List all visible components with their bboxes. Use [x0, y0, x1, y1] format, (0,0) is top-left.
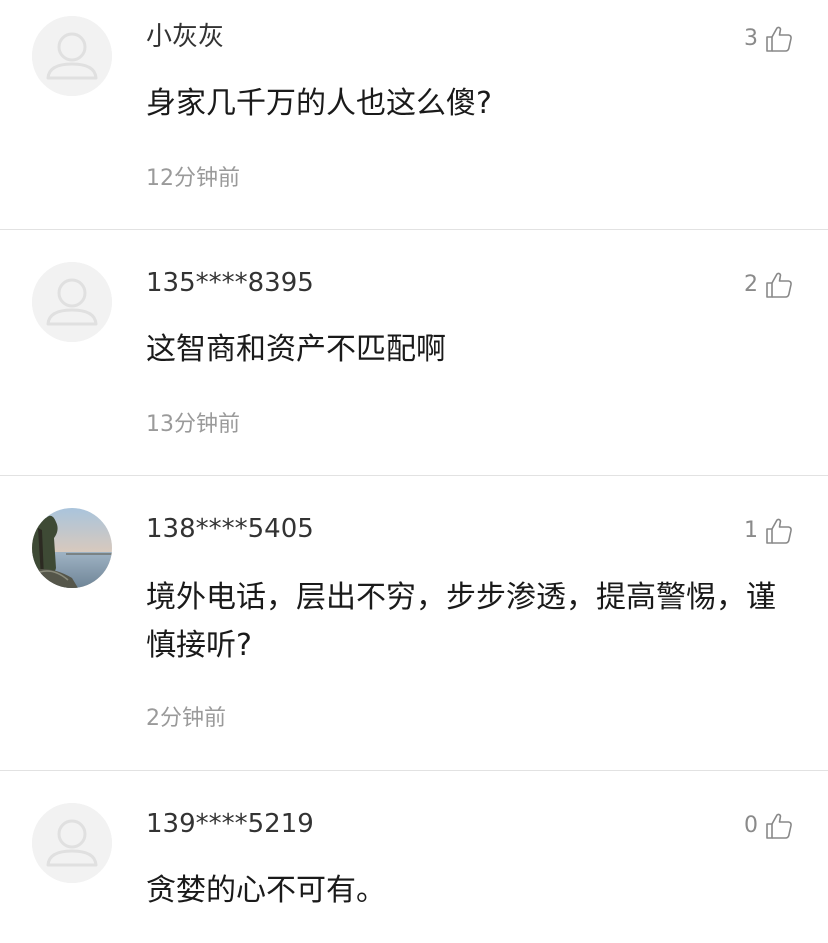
user-silhouette-icon — [32, 262, 112, 342]
comment-text: 贪婪的心不可有。 — [146, 873, 386, 908]
comment-text: 身家几千万的人也这么傻? — [146, 86, 492, 121]
comment-timestamp: 13分钟前 — [146, 412, 240, 437]
thumbs-up-icon — [766, 518, 792, 544]
comment-text: 境外电话，层出不穷，步步渗透，提高警惕，谨慎接听? — [146, 580, 776, 663]
like-count: 3 — [744, 26, 758, 51]
comment-item: 135****8395 2 这智商和资产不匹配啊 13分钟前 — [0, 229, 828, 475]
comment-timestamp: 2分钟前 — [146, 706, 226, 731]
landscape-photo-icon — [32, 508, 112, 588]
comment-item: 小灰灰 3 身家几千万的人也这么傻? 12分钟前 — [0, 0, 828, 229]
thumbs-up-icon — [766, 26, 792, 52]
default-avatar[interactable] — [32, 262, 112, 342]
comment-username[interactable]: 135****8395 — [146, 268, 314, 298]
comment-username[interactable]: 138****5405 — [146, 514, 314, 544]
like-button[interactable]: 0 — [744, 811, 794, 841]
comment-text: 这智商和资产不匹配啊 — [146, 332, 446, 367]
comment-username[interactable]: 139****5219 — [146, 809, 314, 839]
user-silhouette-icon — [32, 16, 112, 96]
user-silhouette-icon — [32, 803, 112, 883]
comment-list: 小灰灰 3 身家几千万的人也这么傻? 12分钟前 135****8395 2 这… — [0, 0, 828, 943]
comment-timestamp: 12分钟前 — [146, 166, 240, 191]
comment-item: 139****5219 0 贪婪的心不可有。 — [0, 770, 828, 943]
comment-username[interactable]: 小灰灰 — [146, 22, 224, 52]
like-count: 2 — [744, 272, 758, 297]
like-count: 0 — [744, 813, 758, 838]
comment-item: 138****5405 1 境外电话，层出不穷，步步渗透，提高警惕，谨慎接听? … — [0, 475, 828, 770]
like-button[interactable]: 1 — [744, 516, 794, 546]
like-button[interactable]: 2 — [744, 270, 794, 300]
thumbs-up-icon — [766, 272, 792, 298]
thumbs-up-icon — [766, 813, 792, 839]
default-avatar[interactable] — [32, 16, 112, 96]
landscape-photo-avatar[interactable] — [32, 508, 112, 588]
like-count: 1 — [744, 518, 758, 543]
like-button[interactable]: 3 — [744, 24, 794, 54]
default-avatar[interactable] — [32, 803, 112, 883]
